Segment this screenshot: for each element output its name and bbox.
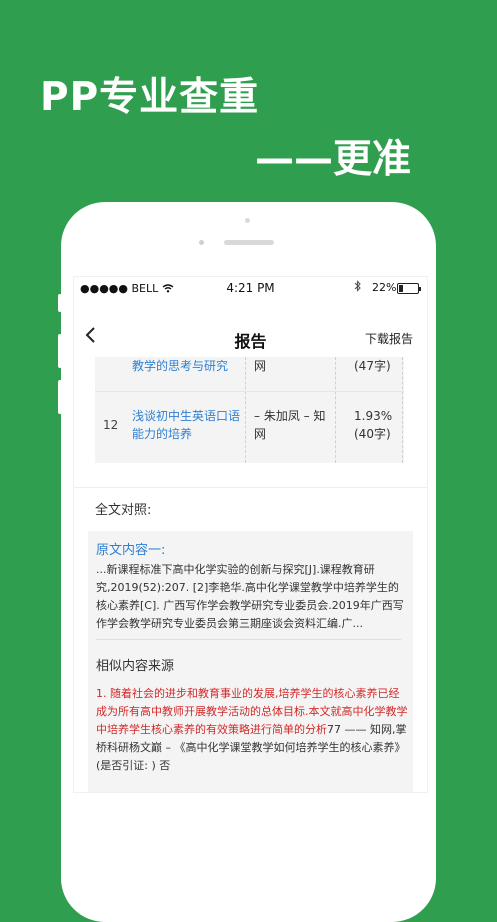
battery-percent: 22%: [372, 281, 397, 294]
app-store-screenshot: { "hero": { "title": "PP专业查重", "subtitle…: [0, 0, 497, 922]
panel-divider: [96, 639, 401, 640]
similar-text: 1. 随着社会的进步和教育事业的发展,培养学生的核心素养已经成为所有高中教师开展…: [96, 685, 408, 775]
hero-title: PP专业查重: [40, 75, 260, 120]
battery-icon: [397, 283, 421, 294]
results-table: 教学的思考与研究 网 (47字) 12 浅谈初中生英语口语能力的培养 – 朱加凤…: [95, 357, 404, 463]
full-compare-label: 全文对照:: [95, 503, 152, 518]
table-row: 教学的思考与研究 网 (47字): [95, 357, 404, 392]
bluetooth-icon: [354, 280, 362, 295]
download-report-button[interactable]: 下载报告: [365, 330, 413, 347]
phone-camera: [199, 240, 204, 245]
compare-panel: 原文内容一: ...新课程标准下高中化学实验的创新与探究[J].课程教育研究,2…: [88, 531, 413, 792]
row-rate: (47字): [354, 359, 391, 373]
original-text: ...新课程标准下高中化学实验的创新与探究[J].课程教育研究,2019(52)…: [96, 563, 404, 630]
similar-heading: 相似内容来源: [96, 659, 175, 674]
nav-bar: 报告 下载报告: [74, 322, 427, 356]
battery-fill: [399, 285, 403, 292]
row-rate: 1.93% (40字): [354, 409, 393, 441]
row-title-link[interactable]: 浅谈初中生英语口语能力的培养: [132, 407, 246, 443]
row-number: 12: [103, 418, 119, 432]
phone-sensor: [245, 218, 250, 223]
section-divider: [74, 487, 427, 488]
status-bar: ●●●●● BELL 4:21 PM 22%: [74, 277, 427, 299]
row-author: – 朱加凤 – 知网: [254, 409, 326, 441]
row-author: 网: [254, 359, 267, 373]
row-title-link[interactable]: 教学的思考与研究: [132, 357, 242, 375]
phone-speaker: [224, 240, 274, 245]
table-row: 12 浅谈初中生英语口语能力的培养 – 朱加凤 – 知网 1.93% (40字): [95, 392, 404, 464]
phone-screen: ●●●●● BELL 4:21 PM 22% 报告 下载报告 教学的思考与研究 …: [73, 276, 428, 793]
hero-subtitle: ——更准: [255, 137, 412, 182]
original-heading: 原文内容一:: [96, 543, 166, 558]
